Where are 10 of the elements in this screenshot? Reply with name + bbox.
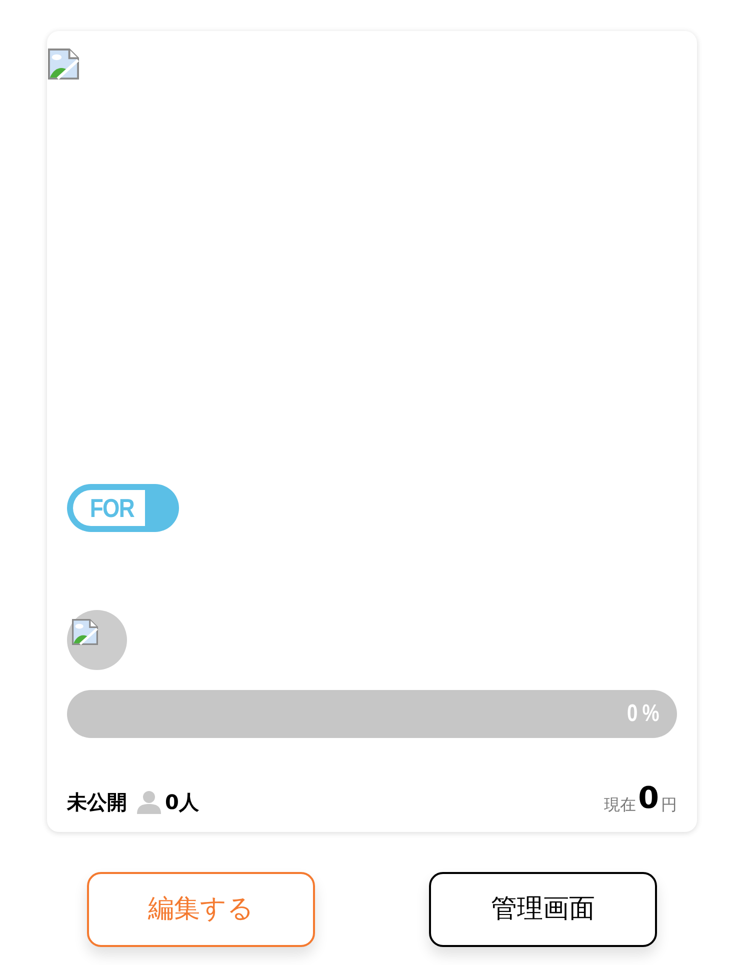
admin-button[interactable]: 管理画面 xyxy=(429,872,657,947)
currency-unit: 円 xyxy=(661,797,677,813)
broken-image-icon xyxy=(72,619,98,645)
badge-label: FOR xyxy=(90,495,134,521)
supporter-count: 0人 xyxy=(165,792,199,812)
progress-reading: 0 % xyxy=(627,699,660,729)
person-icon xyxy=(137,790,161,814)
current-label: 現在 xyxy=(604,797,636,813)
status-text: 未公開 xyxy=(67,792,127,812)
amount-value: 0 xyxy=(638,784,659,814)
